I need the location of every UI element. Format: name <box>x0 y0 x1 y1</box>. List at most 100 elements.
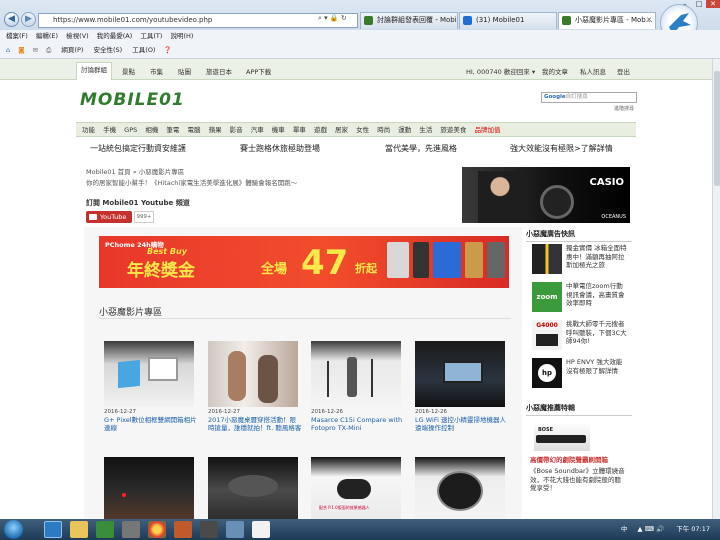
topnav-spots[interactable]: 景點 <box>122 66 135 76</box>
cat-item[interactable]: 蘋果 <box>209 126 222 134</box>
video-thumbnail[interactable] <box>104 457 194 519</box>
cat-item-brand[interactable]: 品牌加值 <box>475 126 501 134</box>
video-title-link[interactable]: LG WiFi 速控小精靈掃地機器人遠端操作控制 <box>415 416 509 432</box>
menu-edit[interactable]: 編輯(E) <box>36 32 58 40</box>
fridge-ad-image[interactable] <box>532 244 562 274</box>
video-thumbnail[interactable] <box>415 341 505 407</box>
cat-item[interactable]: 筆電 <box>166 126 179 134</box>
casio-ad-banner[interactable]: CASIO OCEANUS <box>462 167 630 223</box>
cat-item[interactable]: 相機 <box>145 126 158 134</box>
ad-text-link[interactable]: 挑戰大師零千元搜者呼叫聽裝，下個3C大師94你! <box>566 320 628 346</box>
cat-item[interactable]: 手機 <box>103 126 116 134</box>
soundbar-image[interactable]: BOSE <box>534 423 590 451</box>
language-indicator[interactable]: 中 <box>621 525 628 533</box>
cat-item[interactable]: 機車 <box>272 126 285 134</box>
taskbar-chrome-icon[interactable] <box>148 521 166 538</box>
page-scrollbar[interactable] <box>712 59 720 519</box>
close-tab-icon[interactable]: ✕ <box>646 13 652 28</box>
video-title-link[interactable]: 2017小惡魔桌曆穿搭活動！限時搶量，誰穩就拍！ft. 聽風格客 <box>208 416 302 432</box>
home-icon[interactable]: ⌂ <box>6 46 10 54</box>
start-button[interactable] <box>4 520 23 539</box>
breadcrumb[interactable]: Mobile01 首頁 » 小惡魔影片專區 <box>86 166 184 176</box>
video-title-link[interactable]: Masarce C15i Compare with Fotopro TX-Min… <box>311 416 405 432</box>
safety-menu[interactable]: 安全性(S) <box>94 46 123 54</box>
menu-help[interactable]: 說明(H) <box>171 32 194 40</box>
taskbar-ie-icon[interactable] <box>44 521 62 538</box>
video-thumbnail[interactable] <box>415 457 505 519</box>
video-thumbnail[interactable] <box>104 341 194 407</box>
rss-icon[interactable]: ◙ <box>18 46 24 54</box>
cat-item[interactable]: 運動 <box>398 126 411 134</box>
logout-link[interactable]: 登出 <box>617 66 630 76</box>
page-menu[interactable]: 網頁(P) <box>61 46 83 54</box>
taskbar-app-icon[interactable] <box>96 521 114 538</box>
taskbar-explorer-icon[interactable] <box>70 521 88 538</box>
help-icon[interactable]: ❓ <box>164 46 172 54</box>
forward-button[interactable]: ▶ <box>21 12 36 27</box>
back-button[interactable]: ◀ <box>4 12 19 27</box>
cat-item[interactable]: 居家 <box>335 126 348 134</box>
tab-2[interactable]: (31) Mobile01 <box>459 12 557 29</box>
video-thumbnail[interactable]: 配合 P.1.0版面的效果感器人 <box>311 457 401 519</box>
menu-file[interactable]: 檔案(F) <box>6 32 28 40</box>
private-messages-link[interactable]: 私人訊息 <box>580 66 606 76</box>
video-thumbnail[interactable] <box>208 341 298 407</box>
promo-link-1[interactable]: 一站統包搞定行動資安維護 <box>90 143 186 154</box>
tab-3-active[interactable]: 小惡魔影片專區 - Mob... ✕ <box>558 12 656 29</box>
video-thumbnail[interactable] <box>311 341 401 407</box>
mobile01-logo[interactable]: MOBILE01 <box>80 90 185 110</box>
address-bar[interactable]: https://www.mobile01.com/youtubevideo.ph… <box>38 13 358 28</box>
close-icon[interactable]: ✕ <box>706 0 720 8</box>
cat-item[interactable]: 女性 <box>356 126 369 134</box>
hp-logo-icon[interactable]: hp <box>532 358 562 388</box>
taskbar-app-icon[interactable] <box>226 521 244 538</box>
ad-text-link[interactable]: 獨金實價 冰箱全面特惠中！滿額再抽阿拉斯加極光之旅 <box>566 244 628 270</box>
search-input[interactable]: Google自訂搜尋 <box>541 92 637 103</box>
cat-item[interactable]: 時尚 <box>377 126 390 134</box>
advanced-search-link[interactable]: 進階搜尋 <box>614 105 634 112</box>
cat-item[interactable]: GPS <box>124 126 137 134</box>
print-icon[interactable]: ⎙ <box>46 46 51 54</box>
cat-item[interactable]: 電腦 <box>187 126 200 134</box>
cat-item[interactable]: 影音 <box>230 126 243 134</box>
cat-item[interactable]: 功能 <box>82 126 95 134</box>
scrollbar-thumb[interactable] <box>714 71 720 186</box>
my-articles-link[interactable]: 我的文章 <box>542 66 568 76</box>
youtube-subscribe-button[interactable]: YouTube <box>86 211 132 223</box>
tray-icons[interactable]: ▲ ⌨ 🔊 <box>638 525 665 533</box>
tools-menu[interactable]: 工具(O) <box>132 46 155 54</box>
topnav-market[interactable]: 市集 <box>150 66 163 76</box>
printer-ad-image[interactable]: G4000 <box>532 320 562 350</box>
cat-item[interactable]: 遊戲 <box>314 126 327 134</box>
cat-item[interactable]: 單車 <box>293 126 306 134</box>
rec-title-link[interactable]: 高價帶幻的劇院聲霸刷開箱 <box>530 456 632 464</box>
topnav-app[interactable]: APP下載 <box>246 66 271 76</box>
cat-item[interactable]: 旅遊美食 <box>440 126 466 134</box>
cat-item[interactable]: 生活 <box>419 126 432 134</box>
topnav-forum[interactable]: 討論群組 <box>76 62 112 80</box>
ad-text-link[interactable]: 中華電信zoom行動視訊會議，高畫質會效率即時 <box>566 282 628 308</box>
taskbar-app-icon[interactable] <box>252 521 270 538</box>
pchome-ad-banner[interactable]: PChome 24h購物 Best Buy 年終獎金 全場 47 折起 <box>99 236 509 288</box>
clock[interactable]: 下午 07:17 <box>676 525 710 533</box>
video-thumbnail[interactable] <box>208 457 298 519</box>
menu-tools[interactable]: 工具(T) <box>140 32 162 40</box>
taskbar-app-icon[interactable] <box>122 521 140 538</box>
topnav-japan[interactable]: 旅遊日本 <box>206 66 232 76</box>
tab-1[interactable]: 討論群組發表回覆 - Mobi... <box>360 12 458 29</box>
video-title-link[interactable]: G+ Pixel數位相框雙網開箱相片連線 <box>104 416 198 432</box>
taskbar-app-icon[interactable] <box>200 521 218 538</box>
menu-view[interactable]: 檢視(V) <box>66 32 89 40</box>
topnav-stickers[interactable]: 貼圖 <box>178 66 191 76</box>
taskbar-app-icon[interactable] <box>174 521 192 538</box>
ad-text-link[interactable]: HP ENVY 強大效能沒有極限了解詳情 <box>566 358 628 375</box>
mail-icon[interactable]: ✉ <box>33 46 38 54</box>
cat-item[interactable]: 汽車 <box>251 126 264 134</box>
zoom-logo[interactable]: zoom <box>532 282 562 312</box>
address-bar-icons[interactable]: ⌕ ▾ 🔒 ↻ <box>318 14 347 23</box>
promo-link-2[interactable]: 賽士跑格休旅極助登場 <box>240 143 320 154</box>
menu-favorites[interactable]: 我的最愛(A) <box>97 32 133 40</box>
user-greeting[interactable]: HI, 000740 歡迎回來 ▾ <box>466 66 535 76</box>
promo-link-4[interactable]: 強大效能沒有極限>了解詳情 <box>510 143 613 154</box>
tagline-link[interactable]: 你的居家智能小幫手！《Hitachi家電生活美學進化展》體驗會報名開跑～ <box>86 177 297 187</box>
